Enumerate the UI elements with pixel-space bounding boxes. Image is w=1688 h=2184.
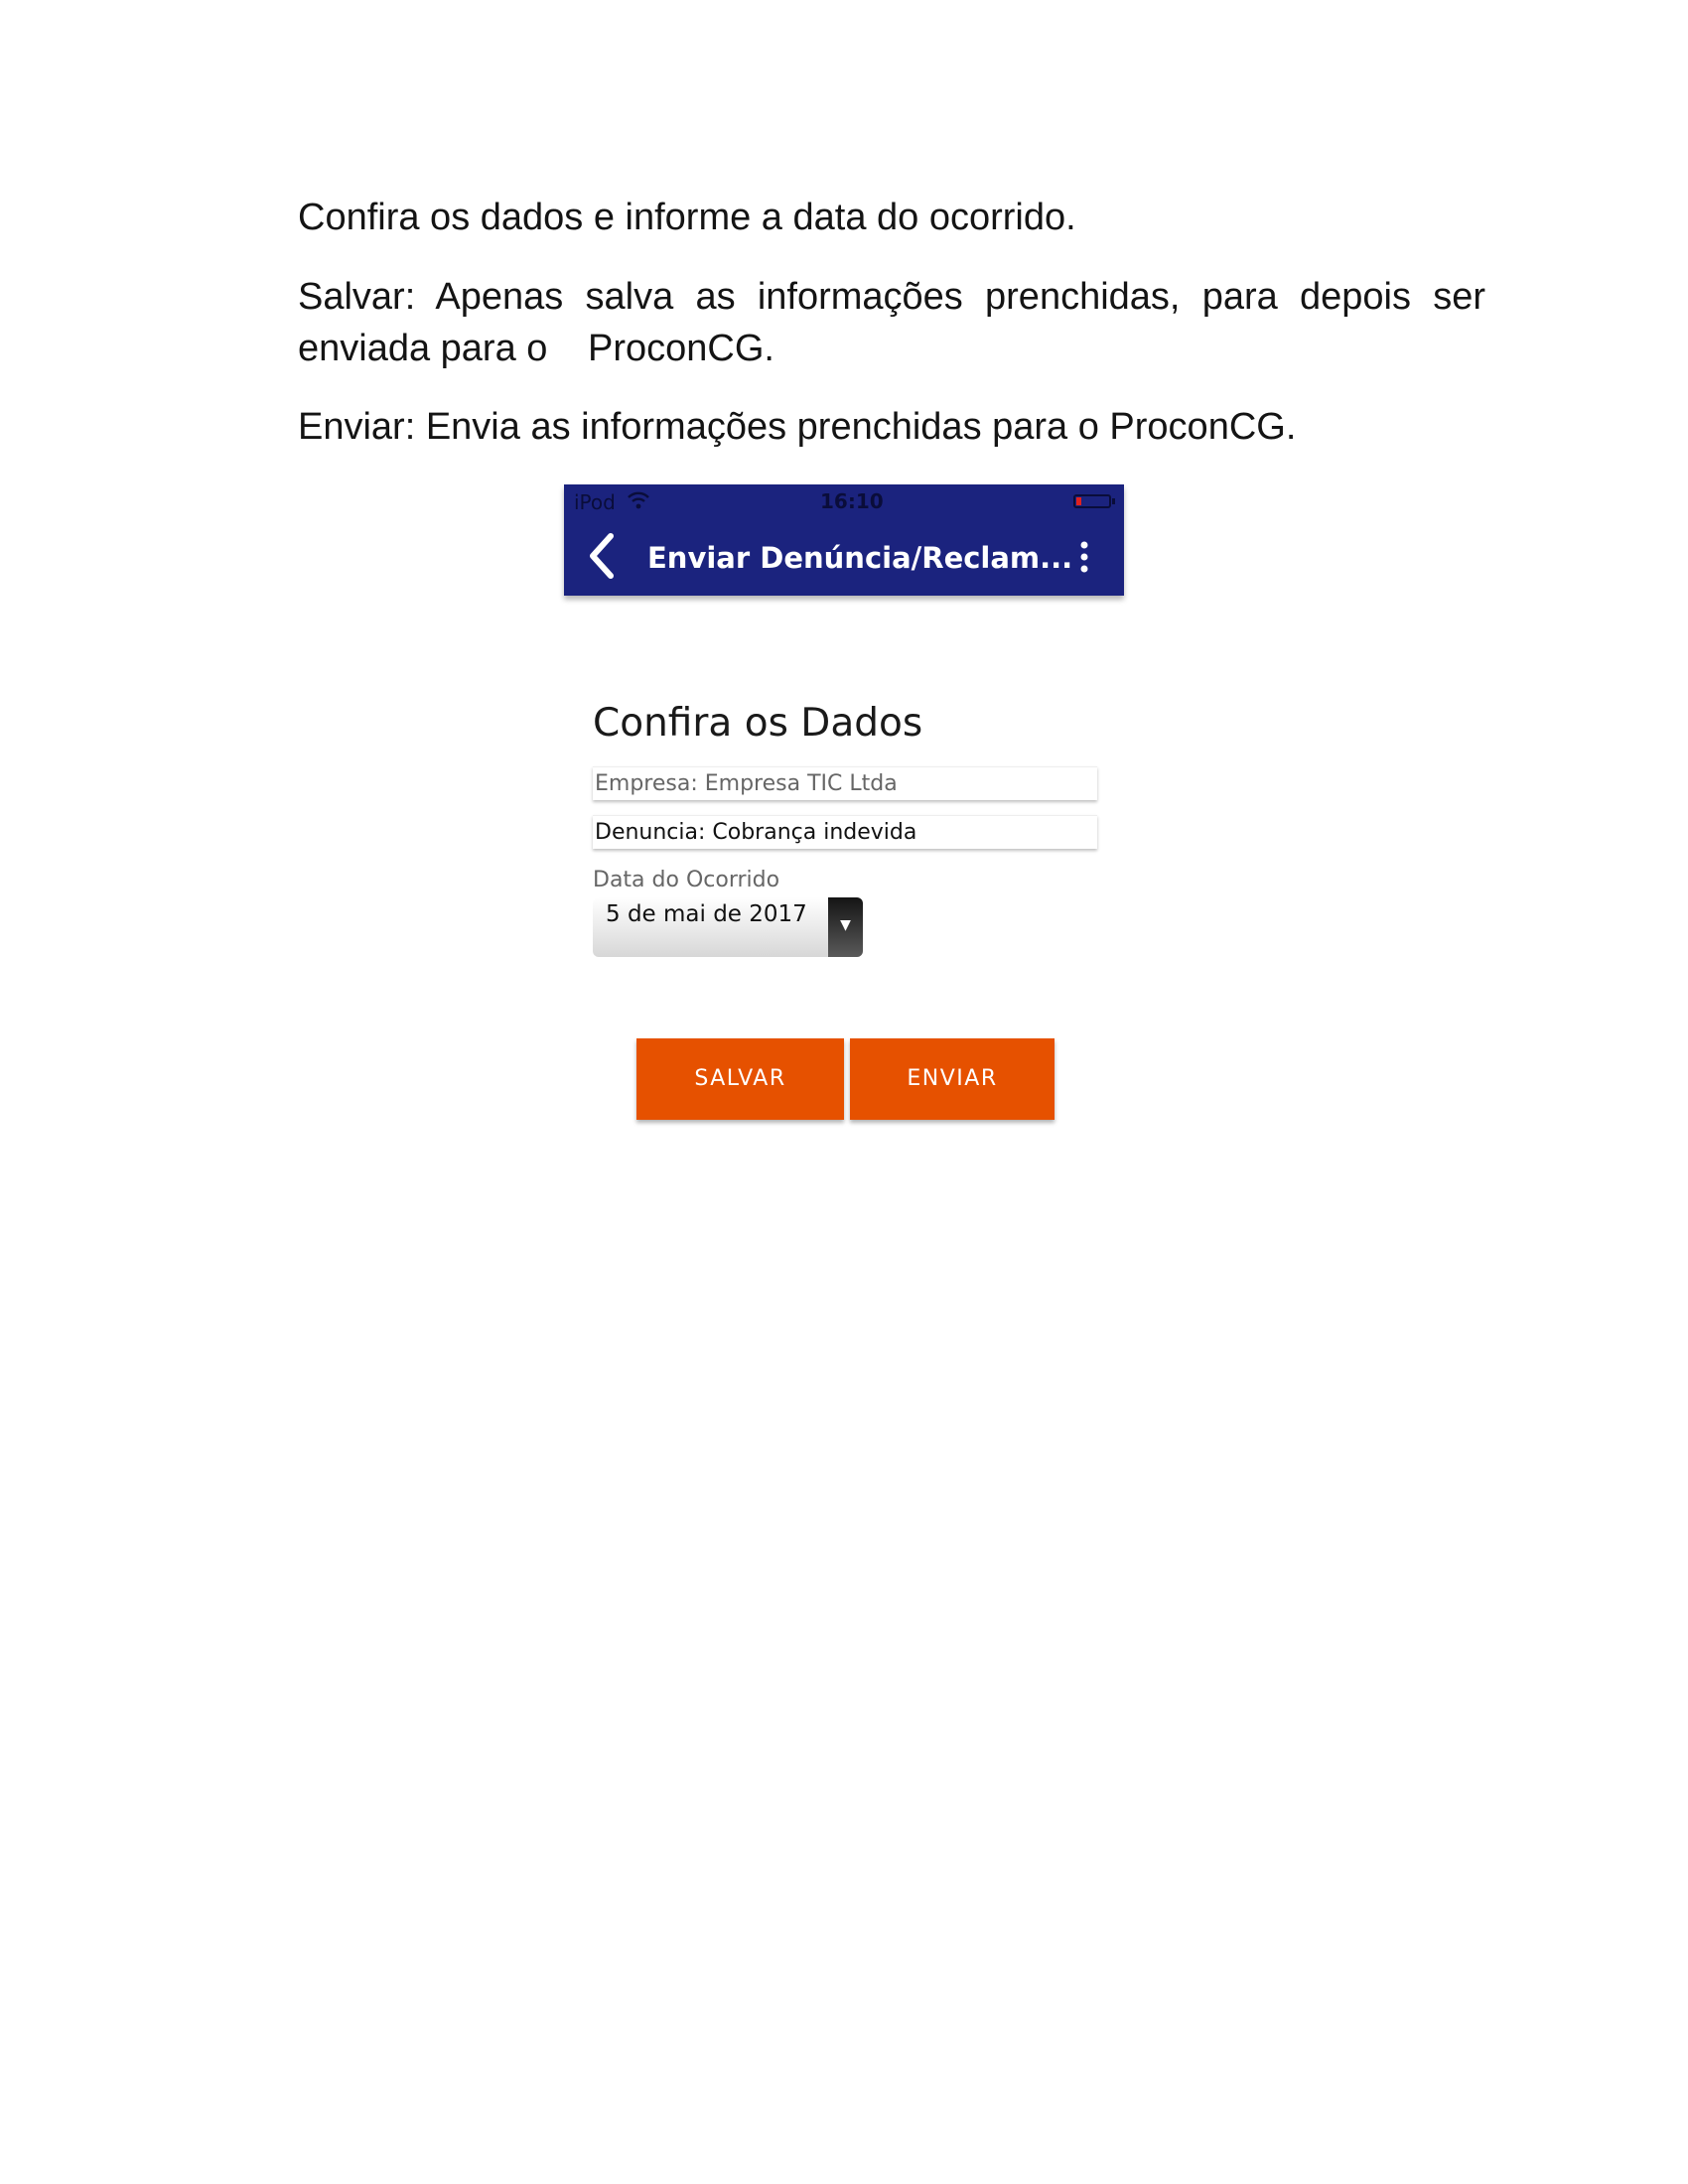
page-title: Enviar Denúncia/Reclam... <box>647 541 1073 575</box>
instruction-paragraph-enviar: Enviar: Envia as informações prenchidas … <box>298 406 1297 448</box>
carrier-label: iPod <box>574 490 616 514</box>
date-label: Data do Ocorrido <box>593 868 780 892</box>
date-value: 5 de mai de 2017 <box>606 901 807 927</box>
denuncia-field[interactable]: Denuncia: Cobrança indevida <box>593 815 1097 849</box>
status-bar: iPod 16:10 <box>564 484 1124 520</box>
date-picker[interactable]: 5 de mai de 2017 ▼ <box>593 897 863 957</box>
wifi-icon <box>628 491 649 509</box>
battery-icon <box>1073 494 1115 508</box>
instruction-paragraph-salvar: Salvar: Apenas salva as informações pren… <box>298 271 1485 374</box>
salvar-text-end: ProconCG. <box>587 328 774 369</box>
salvar-button[interactable]: SALVAR <box>636 1038 844 1120</box>
enviar-button[interactable]: ENVIAR <box>850 1038 1055 1120</box>
dropdown-arrow-icon[interactable]: ▼ <box>828 897 863 957</box>
salvar-text: Salvar: Apenas salva as informações pren… <box>298 276 1485 369</box>
status-time: 16:10 <box>820 489 884 513</box>
app-screenshot: iPod 16:10 Enviar Denúncia/Reclam... Con… <box>564 484 1124 1130</box>
app-bar: iPod 16:10 Enviar Denúncia/Reclam... <box>564 484 1124 596</box>
back-arrow-icon[interactable] <box>584 532 620 580</box>
more-vert-icon[interactable] <box>1076 539 1092 575</box>
form-title: Confira os Dados <box>593 701 923 746</box>
instruction-paragraph-1: Confira os dados e informe a data do oco… <box>298 197 1076 238</box>
empresa-field[interactable]: Empresa: Empresa TIC Ltda <box>593 766 1097 800</box>
